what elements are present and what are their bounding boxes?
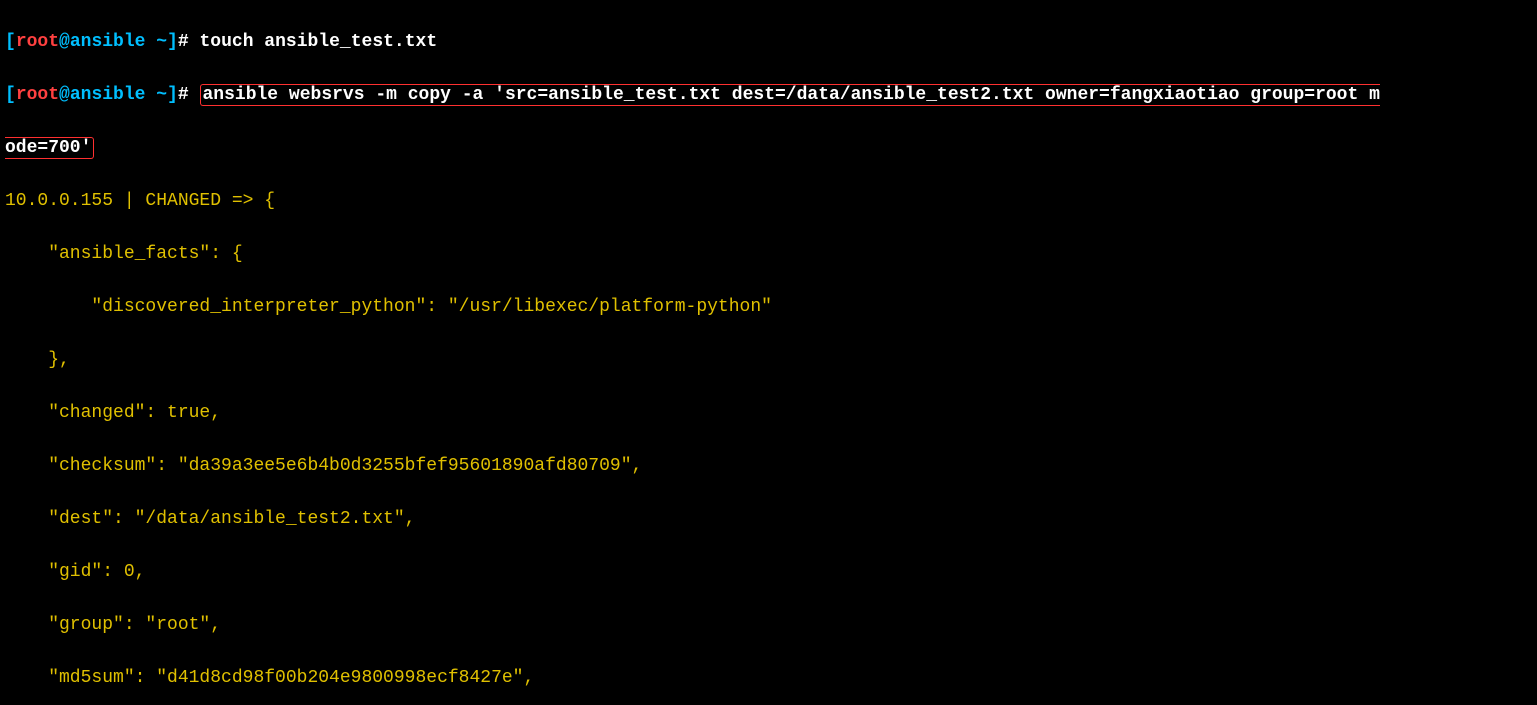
command-line-2: [root@ansible ~]# ansible websrvs -m cop… <box>5 82 1532 109</box>
prompt-user: root <box>16 32 59 52</box>
prompt-host: ansible <box>70 85 146 105</box>
output-line: "group": "root", <box>5 612 1532 639</box>
output-line: "gid": 0, <box>5 559 1532 586</box>
output-line: 10.0.0.155 | CHANGED => { <box>5 188 1532 215</box>
command-ansible-part1: ansible websrvs -m copy -a 'src=ansible_… <box>203 85 1380 105</box>
highlight-box-start: ansible websrvs -m copy -a 'src=ansible_… <box>200 84 1380 106</box>
output-line: "dest": "/data/ansible_test2.txt", <box>5 506 1532 533</box>
prompt-at: @ <box>59 85 70 105</box>
output-line: }, <box>5 347 1532 374</box>
highlight-box-end: ode=700' <box>5 137 94 159</box>
prompt-user: root <box>16 85 59 105</box>
prompt-host: ansible <box>70 32 146 52</box>
prompt-hash: # <box>178 32 200 52</box>
prompt-path: ~ <box>145 32 167 52</box>
prompt-path: ~ <box>145 85 167 105</box>
terminal-output[interactable]: [root@ansible ~]# touch ansible_test.txt… <box>0 0 1537 705</box>
command-touch: touch ansible_test.txt <box>200 32 438 52</box>
prompt-bracket-close: ] <box>167 32 178 52</box>
output-line: "ansible_facts": { <box>5 241 1532 268</box>
command-ansible-part2: ode=700' <box>5 138 91 158</box>
prompt-bracket-open: [ <box>5 85 16 105</box>
prompt-hash: # <box>178 85 200 105</box>
command-line-1: [root@ansible ~]# touch ansible_test.txt <box>5 29 1532 56</box>
output-line: "discovered_interpreter_python": "/usr/l… <box>5 294 1532 321</box>
command-line-2-cont: ode=700' <box>5 135 1532 162</box>
output-line: "md5sum": "d41d8cd98f00b204e9800998ecf84… <box>5 665 1532 692</box>
output-line: "changed": true, <box>5 400 1532 427</box>
output-line: "checksum": "da39a3ee5e6b4b0d3255bfef956… <box>5 453 1532 480</box>
prompt-bracket-close: ] <box>167 85 178 105</box>
prompt-at: @ <box>59 32 70 52</box>
prompt-bracket-open: [ <box>5 32 16 52</box>
